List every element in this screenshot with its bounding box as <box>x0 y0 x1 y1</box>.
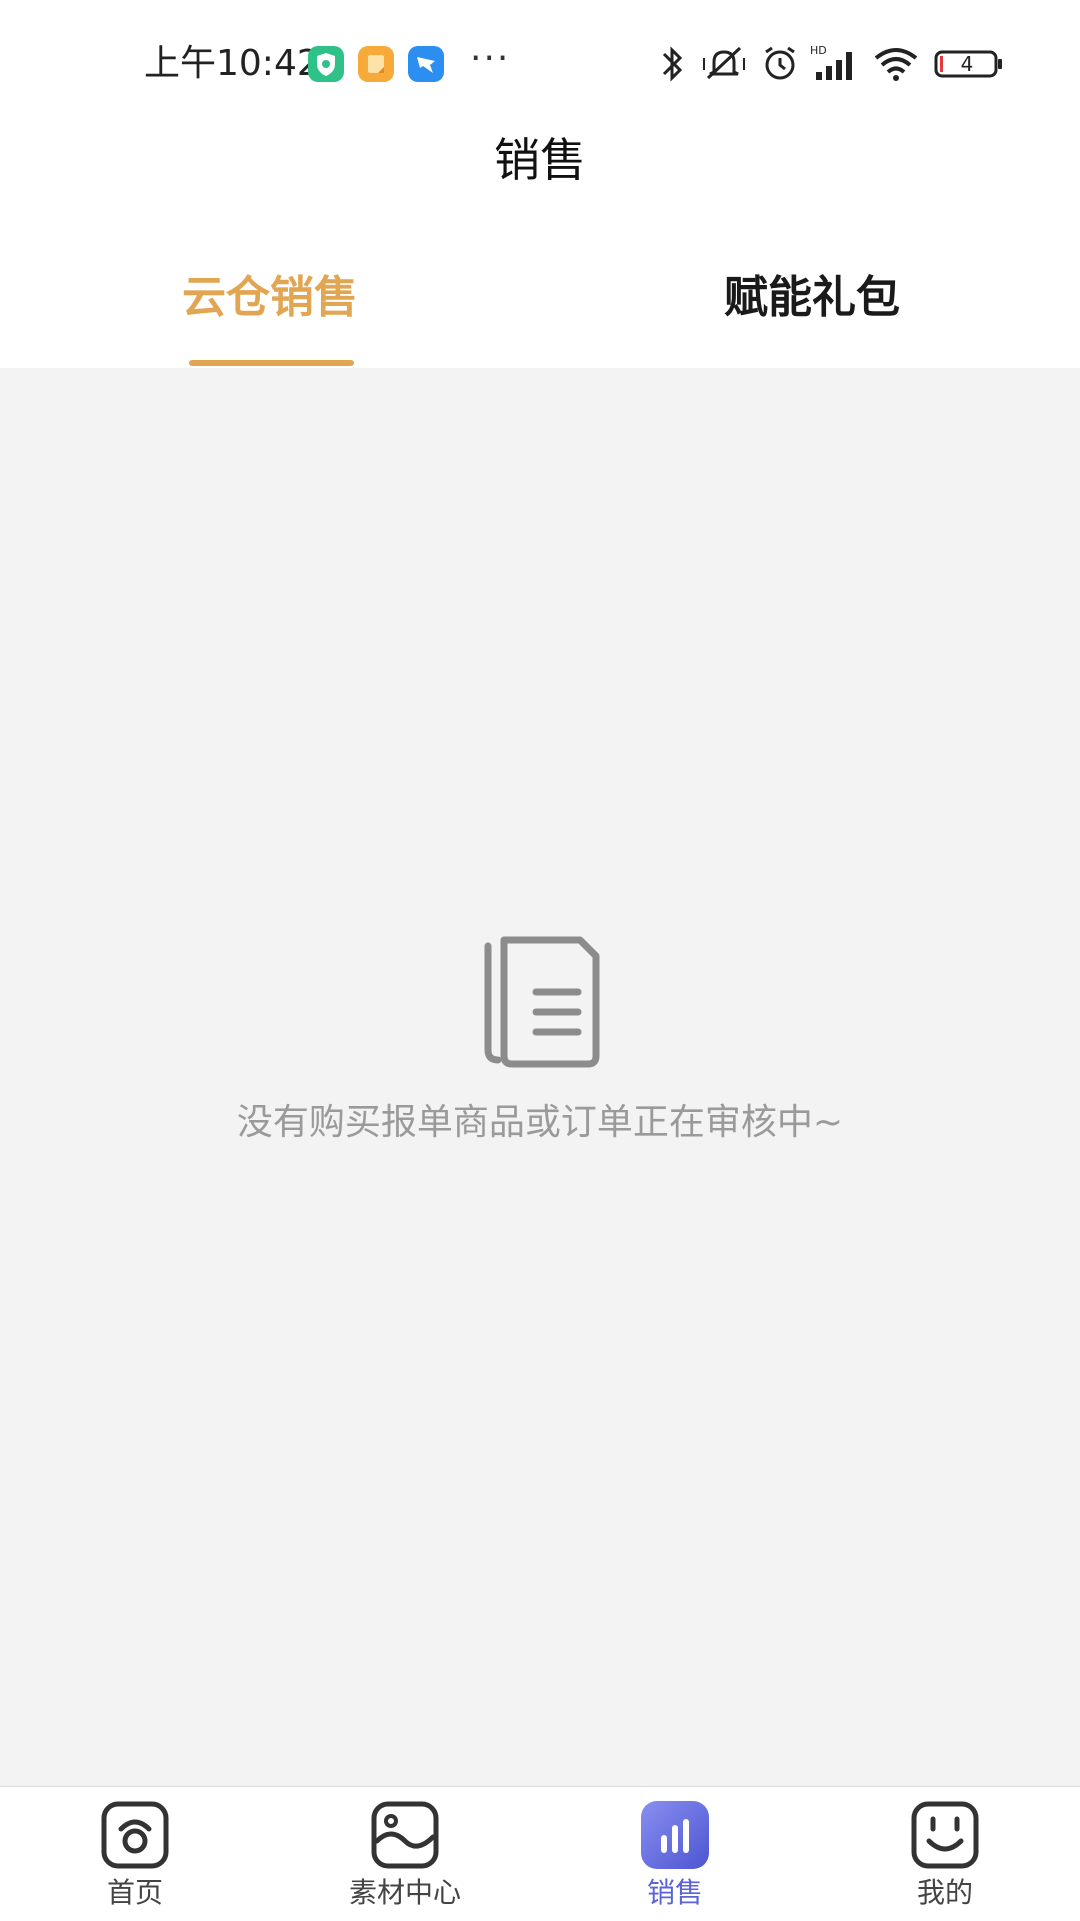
bottom-nav: 首页 素材中心 销售 我的 <box>0 1786 1080 1920</box>
status-time: 上午10:42 <box>144 43 320 84</box>
note-app-icon <box>358 46 394 82</box>
shield-app-icon <box>308 46 344 82</box>
nav-label-home: 首页 <box>106 1876 163 1909</box>
tab-cloud-sales[interactable]: 云仓销售 <box>130 266 410 350</box>
mute-vibrate-icon <box>700 42 748 86</box>
nav-item-home[interactable]: 首页 <box>0 1787 270 1921</box>
tab-empower-gift[interactable]: 赋能礼包 <box>672 266 952 350</box>
home-icon <box>101 1801 169 1869</box>
nav-item-sales[interactable]: 销售 <box>540 1787 810 1921</box>
nav-label-sales: 销售 <box>646 1876 703 1909</box>
nav-label-mine: 我的 <box>916 1876 973 1909</box>
chart-icon <box>641 1801 709 1869</box>
page-title: 销售 <box>494 133 586 187</box>
nav-item-materials[interactable]: 素材中心 <box>270 1787 540 1921</box>
smile-icon <box>911 1801 979 1869</box>
battery-level: 4 <box>960 52 974 76</box>
dingtalk-app-icon <box>408 46 444 82</box>
svg-text:HD: HD <box>810 44 827 57</box>
nav-item-mine[interactable]: 我的 <box>810 1787 1080 1921</box>
main-content: 没有购买报单商品或订单正在审核中~ <box>0 368 1080 1786</box>
image-icon <box>371 1801 439 1869</box>
empty-state-message: 没有购买报单商品或订单正在审核中~ <box>236 1102 844 1143</box>
status-bar: 上午10:42 ··· HD 4 <box>0 0 1080 120</box>
tab-active-indicator <box>189 360 354 366</box>
document-icon <box>478 926 604 1068</box>
bluetooth-icon <box>658 42 688 86</box>
nav-label-materials: 素材中心 <box>348 1876 461 1909</box>
hd-signal-icon: HD <box>810 42 862 86</box>
more-notifications-icon: ··· <box>470 38 511 79</box>
alarm-icon <box>760 42 800 86</box>
tab-bar: 云仓销售 赋能礼包 <box>0 250 1080 368</box>
wifi-icon <box>872 42 920 86</box>
